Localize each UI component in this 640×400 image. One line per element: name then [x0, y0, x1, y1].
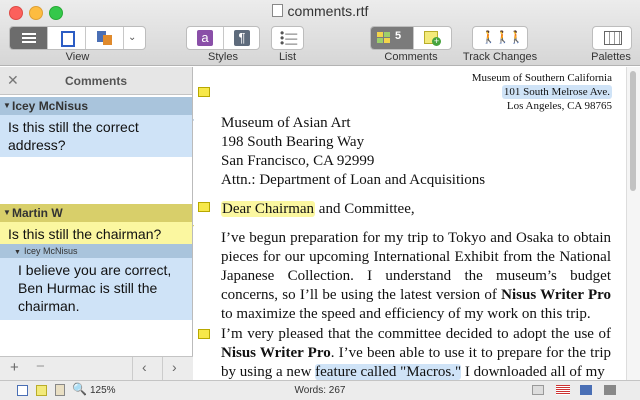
vertical-scrollbar[interactable] — [626, 67, 640, 380]
language-flag-icon[interactable] — [556, 385, 570, 395]
recipient-address: Museum of Asian Art 198 South Bearing Wa… — [221, 115, 486, 188]
ruler-icon[interactable] — [532, 385, 544, 395]
comment-highlight[interactable]: Dear Chairman — [221, 201, 316, 217]
status-bar: 🔍 125% Words: 267 — [0, 380, 640, 400]
comment-marker-icon[interactable] — [198, 202, 210, 212]
comment-highlight[interactable]: 101 South Melrose Ave. — [501, 85, 612, 99]
comment-highlight[interactable]: feature called "Macros." — [315, 364, 462, 380]
word-count: Words: 267 — [294, 385, 346, 396]
comment-marker-icon[interactable] — [198, 329, 210, 339]
document-area[interactable]: Museum of Southern California 101 South … — [194, 67, 626, 380]
lock-icon[interactable] — [604, 385, 616, 395]
return-address: Museum of Southern California 101 South … — [471, 72, 612, 112]
text-direction-icon[interactable] — [580, 385, 592, 395]
comment-marker-icon[interactable] — [198, 87, 210, 97]
scrollbar-thumb[interactable] — [630, 71, 636, 191]
salutation: Dear Chairman and Committee, — [221, 201, 415, 217]
paragraph: I’ve begun preparation for my trip to To… — [221, 230, 612, 322]
paragraph: I’m very pleased that the committee deci… — [221, 326, 611, 380]
